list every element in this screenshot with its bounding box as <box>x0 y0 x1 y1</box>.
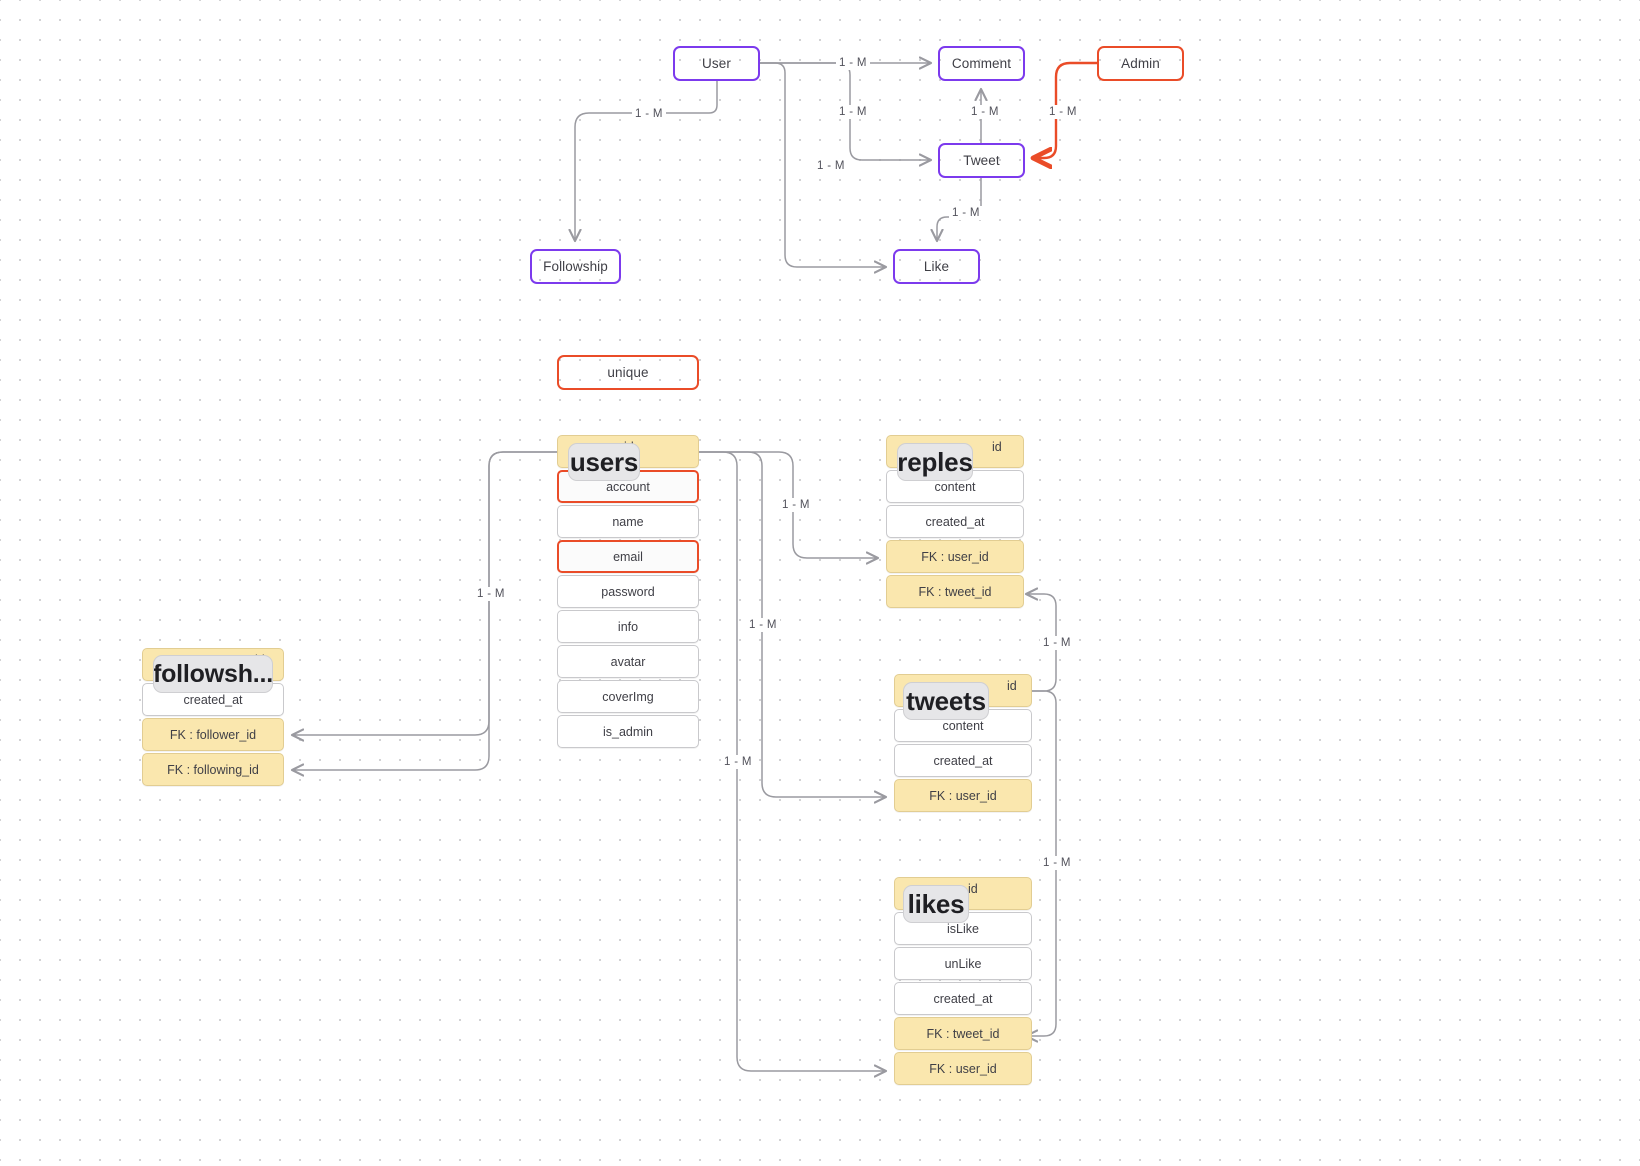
table-users-row-coverimg[interactable]: coverImg <box>557 680 699 713</box>
table-users-row-password[interactable]: password <box>557 575 699 608</box>
er-entity-like[interactable]: Like <box>893 249 980 284</box>
er-entity-admin[interactable]: Admin <box>1097 46 1184 81</box>
er-entity-tweet[interactable]: Tweet <box>938 143 1025 178</box>
er-entity-admin-label: Admin <box>1121 56 1160 71</box>
table-likes-pk: id <box>968 882 978 896</box>
table-tweets-pk: id <box>1007 679 1017 693</box>
table-reples-pk: id <box>992 440 1002 454</box>
er-entity-comment[interactable]: Comment <box>938 46 1025 81</box>
table-tweets-row-fk-user-id[interactable]: FK : user_id <box>894 779 1032 812</box>
field-label: created_at <box>183 692 243 707</box>
table-likes-row-fk-user-id[interactable]: FK : user_id <box>894 1052 1032 1085</box>
field-label: FK : follower_id <box>169 727 257 742</box>
field-label: FK : tweet_id <box>918 584 992 599</box>
table-users[interactable]: id account name email password info avat… <box>557 435 699 750</box>
cardinality-user-followship: 1 - M <box>632 107 666 121</box>
cardinality-tweet-like: 1 - M <box>949 206 983 220</box>
field-label: avatar <box>610 654 646 669</box>
er-entity-user[interactable]: User <box>673 46 760 81</box>
table-users-row-info[interactable]: info <box>557 610 699 643</box>
cardinality-admin-tweet: 1 - M <box>1046 105 1080 119</box>
cardinality-users-likes: 1 - M <box>721 755 755 769</box>
field-label: FK : following_id <box>167 762 259 777</box>
cardinality-tweets-likes: 1 - M <box>1040 856 1074 870</box>
er-entity-followship-label: Followship <box>543 259 608 274</box>
field-label: content <box>934 479 976 494</box>
field-label: content <box>942 718 984 733</box>
field-label: coverImg <box>602 689 654 704</box>
table-likes-row-fk-tweet-id[interactable]: FK : tweet_id <box>894 1017 1032 1050</box>
table-users-row-avatar[interactable]: avatar <box>557 645 699 678</box>
table-reples-row-fk-tweet-id[interactable]: FK : tweet_id <box>886 575 1024 608</box>
field-label: FK : user_id <box>921 549 989 564</box>
table-reples-row-created-at[interactable]: created_at <box>886 505 1024 538</box>
legend-unique-label: unique <box>607 365 649 380</box>
table-users-row-is-admin[interactable]: is_admin <box>557 715 699 748</box>
cardinality-tweets-reples: 1 - M <box>1040 636 1074 650</box>
field-label: created_at <box>933 991 993 1006</box>
legend-unique-box[interactable]: unique <box>557 355 699 390</box>
field-label: created_at <box>933 753 993 768</box>
table-users-row-email[interactable]: email <box>557 540 699 573</box>
cardinality-users-tweets: 1 - M <box>746 618 780 632</box>
cardinality-user-comment: 1 - M <box>836 56 870 70</box>
er-entity-comment-label: Comment <box>951 56 1012 71</box>
field-label: account <box>606 479 650 494</box>
cardinality-user-like: 1 - M <box>814 159 848 173</box>
table-likes-row-unlike[interactable]: unLike <box>894 947 1032 980</box>
table-reples-row-fk-user-id[interactable]: FK : user_id <box>886 540 1024 573</box>
er-entity-tweet-label: Tweet <box>963 153 1000 168</box>
field-label: unLike <box>944 956 982 971</box>
table-reples-name-chip[interactable]: reples <box>897 443 973 481</box>
cardinality-user-tweet: 1 - M <box>836 105 870 119</box>
table-users-name-chip[interactable]: users <box>568 443 640 481</box>
table-followship-name-chip[interactable]: followsh... <box>153 655 273 693</box>
cardinality-users-followship: 1 - M <box>474 587 508 601</box>
er-entity-like-label: Like <box>923 259 950 274</box>
field-label: is_admin <box>602 724 654 739</box>
table-followship-row-fk-following-id[interactable]: FK : following_id <box>142 753 284 786</box>
field-label: isLike <box>947 921 979 936</box>
field-label: name <box>612 514 644 529</box>
er-entity-followship[interactable]: Followship <box>530 249 621 284</box>
table-likes-row-created-at[interactable]: created_at <box>894 982 1032 1015</box>
diagram-canvas[interactable] <box>0 0 1640 1166</box>
table-tweets-row-created-at[interactable]: created_at <box>894 744 1032 777</box>
cardinality-users-reples: 1 - M <box>779 498 813 512</box>
table-likes-name-chip[interactable]: likes <box>903 885 969 923</box>
table-followship-row-fk-follower-id[interactable]: FK : follower_id <box>142 718 284 751</box>
field-label: info <box>617 619 639 634</box>
field-label: FK : user_id <box>929 1061 997 1076</box>
table-tweets-name-chip[interactable]: tweets <box>903 682 989 720</box>
field-label: password <box>601 584 655 599</box>
field-label: email <box>613 549 643 564</box>
er-entity-user-label: User <box>702 56 731 71</box>
field-label: FK : tweet_id <box>926 1026 1000 1041</box>
field-label: FK : user_id <box>929 788 997 803</box>
cardinality-tweet-comment: 1 - M <box>968 105 1002 119</box>
table-users-row-name[interactable]: name <box>557 505 699 538</box>
field-label: created_at <box>925 514 985 529</box>
